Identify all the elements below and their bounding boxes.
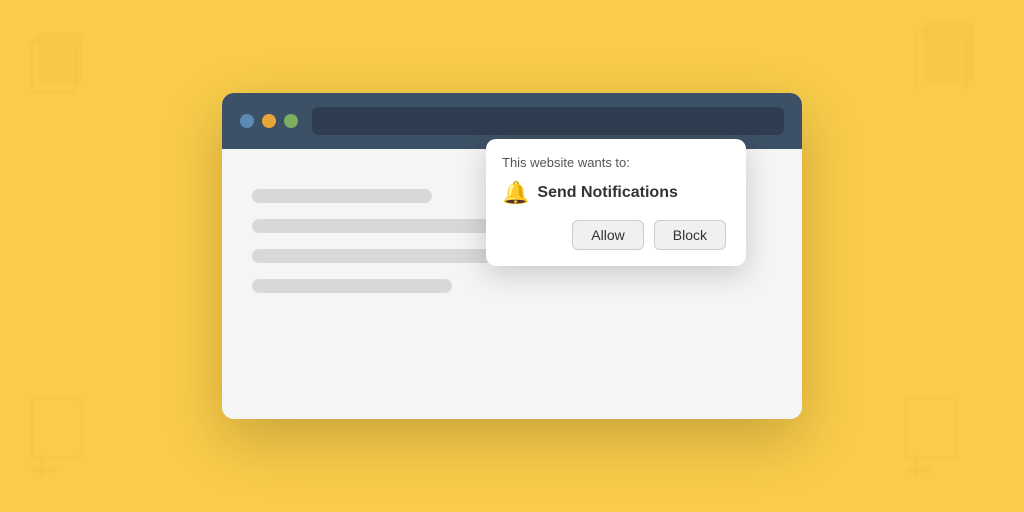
- content-line: [252, 189, 432, 203]
- allow-button[interactable]: Allow: [572, 220, 643, 250]
- content-line: [252, 249, 492, 263]
- browser-window: This website wants to: 🔔 Send Notificati…: [222, 93, 802, 419]
- popup-actions: Allow Block: [502, 220, 726, 250]
- popup-title: This website wants to:: [502, 155, 726, 170]
- bg-icon-top-left: [30, 30, 90, 109]
- traffic-lights: [240, 114, 298, 128]
- notification-text: Send Notifications: [537, 184, 677, 202]
- close-button[interactable]: [240, 114, 254, 128]
- block-button[interactable]: Block: [654, 220, 726, 250]
- address-bar[interactable]: [312, 107, 784, 135]
- browser-content: This website wants to: 🔔 Send Notificati…: [222, 149, 802, 419]
- bg-icon-bottom-right: [904, 396, 974, 492]
- minimize-button[interactable]: [262, 114, 276, 128]
- bg-icon-top-right: [914, 20, 984, 106]
- maximize-button[interactable]: [284, 114, 298, 128]
- bell-icon: 🔔: [502, 180, 529, 206]
- notification-popup: This website wants to: 🔔 Send Notificati…: [486, 139, 746, 266]
- content-line: [252, 279, 452, 293]
- popup-notification-row: 🔔 Send Notifications: [502, 180, 726, 206]
- bg-icon-bottom-left: [30, 396, 100, 492]
